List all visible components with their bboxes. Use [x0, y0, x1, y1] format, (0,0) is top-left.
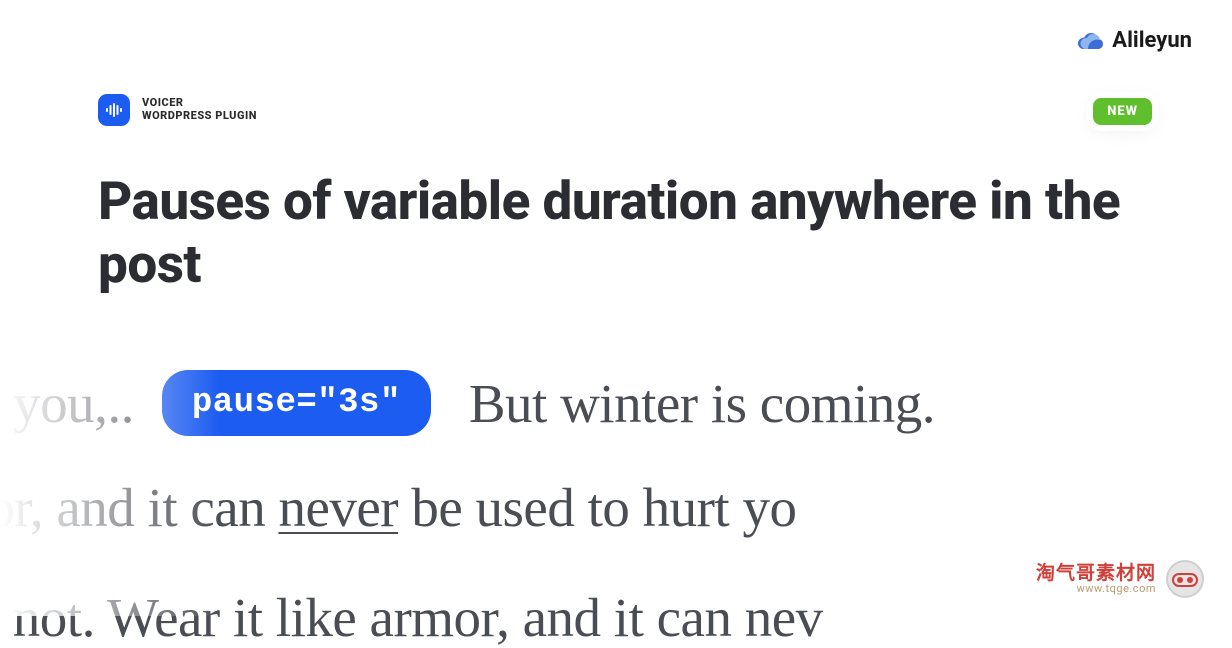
- brand-logo: Alileyun: [1076, 28, 1192, 53]
- new-badge: NEW: [1093, 98, 1152, 125]
- plugin-header: VOICER WORDPRESS PLUGIN: [98, 94, 257, 126]
- body-line-3: ll not. Wear it like armor, and it can n…: [0, 590, 823, 645]
- body-text-fragment: be used to hurt yo: [398, 477, 796, 538]
- watermark: 淘气哥素材网 www.tqge.com: [1036, 560, 1204, 598]
- brand-name: Alileyun: [1112, 28, 1192, 53]
- voicer-app-icon: [98, 94, 130, 126]
- body-text-fragment: mor, and it can: [0, 477, 278, 538]
- body-text-fragment: r you,..: [0, 376, 134, 431]
- plugin-subtitle: WORDPRESS PLUGIN: [142, 110, 257, 123]
- cloud-icon: [1076, 31, 1104, 51]
- watermark-title: 淘气哥素材网: [1036, 563, 1156, 584]
- pause-code-pill: pause="3s": [162, 370, 431, 436]
- body-line-2: mor, and it can never be used to hurt yo: [0, 480, 796, 535]
- page-headline: Pauses of variable duration anywhere in …: [98, 170, 1232, 295]
- watermark-url: www.tqge.com: [1077, 583, 1156, 595]
- body-text-fragment: But winter is coming.: [469, 376, 935, 431]
- underlined-word: never: [278, 477, 398, 538]
- body-line-1: r you,.. pause="3s" But winter is coming…: [0, 370, 935, 436]
- watermark-mascot-icon: [1166, 560, 1204, 598]
